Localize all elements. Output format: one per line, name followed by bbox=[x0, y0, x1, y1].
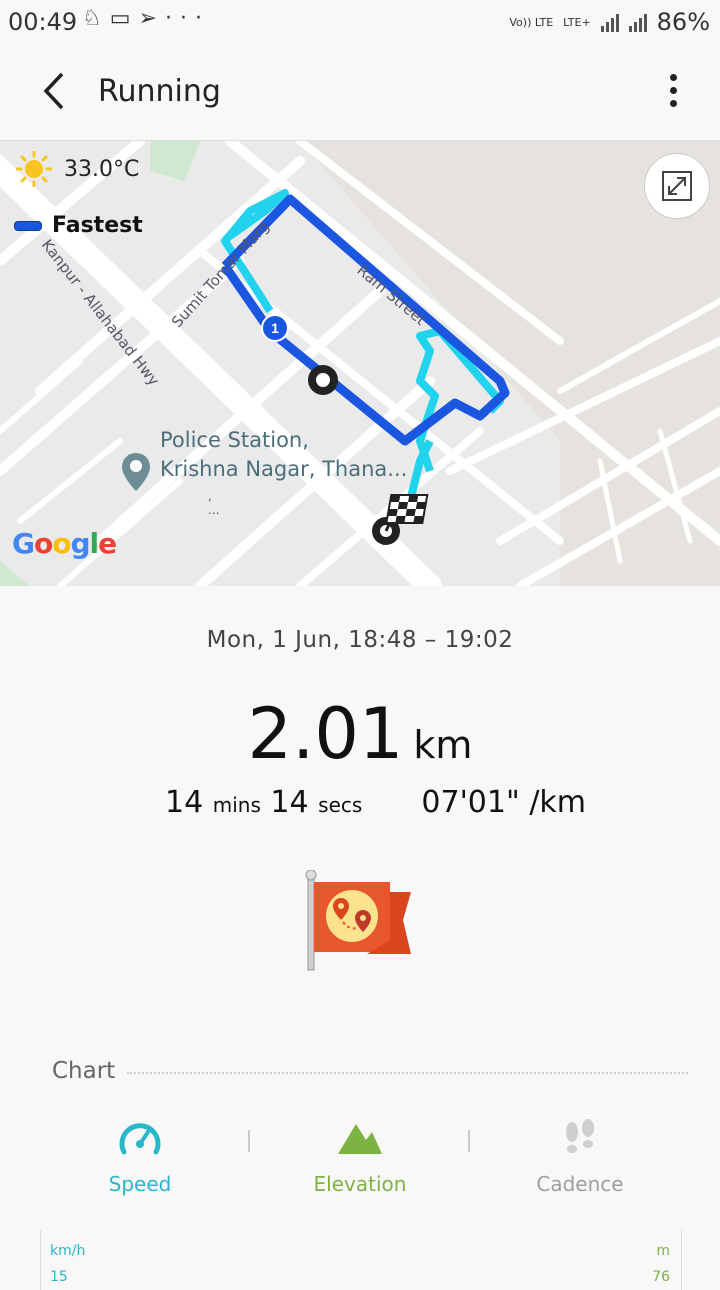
legend-swatch bbox=[14, 220, 42, 231]
lte-indicator: LTE+ bbox=[563, 15, 591, 29]
workout-stats: 14 mins 14 secs 07'01" /km bbox=[165, 785, 586, 820]
poi-label-line2: Krishna Nagar, Thana... bbox=[160, 457, 408, 481]
chart-section-header: Chart bbox=[52, 1056, 688, 1086]
secs-label: secs bbox=[318, 793, 363, 817]
police-station-icon[interactable] bbox=[120, 451, 152, 493]
laptop-icon: ▭ bbox=[109, 6, 139, 31]
mins-label: mins bbox=[212, 793, 261, 817]
tab-speed[interactable]: Speed bbox=[30, 1118, 250, 1196]
app-bar: Running bbox=[0, 44, 720, 140]
km-marker: 1 bbox=[261, 314, 289, 342]
achievement-flag-icon bbox=[305, 870, 411, 971]
finish-flag-icon bbox=[372, 494, 429, 545]
back-arrow-icon[interactable] bbox=[36, 66, 76, 116]
left-axis-top: 15 bbox=[50, 1269, 68, 1285]
tab-elevation-label: Elevation bbox=[313, 1172, 407, 1196]
footprints-icon bbox=[566, 1119, 594, 1153]
google-logo: Google bbox=[12, 527, 117, 560]
distance-value: 2.01 bbox=[247, 693, 404, 775]
route-map[interactable]: 33.0°C Fastest Kanpur - Allahabad Hwy Su… bbox=[0, 140, 720, 586]
weather-info: 33.0°C bbox=[16, 151, 139, 187]
chart-header-label: Chart bbox=[52, 1058, 116, 1084]
sun-icon bbox=[16, 151, 52, 187]
volte-indicator: Vo)) LTE bbox=[509, 15, 554, 29]
poi-label-line1: Police Station, bbox=[160, 428, 309, 452]
silent-mode-icon: ♘ bbox=[82, 6, 110, 31]
mountain-icon bbox=[338, 1124, 382, 1154]
duration-secs: 14 bbox=[270, 785, 309, 820]
km-marker-label: 1 bbox=[271, 320, 279, 336]
map-legend: Fastest bbox=[14, 213, 143, 238]
status-bar: 00:49 ♘▭➢··· Vo)) LTE LTE+ 86% bbox=[0, 0, 720, 44]
left-axis-unit: km/h bbox=[50, 1243, 86, 1259]
chart-tabs: Speed Elevation Cadence bbox=[30, 1118, 690, 1198]
weather-temperature: 33.0°C bbox=[64, 156, 140, 182]
speedometer-icon bbox=[119, 1123, 161, 1155]
signal-icon bbox=[600, 12, 619, 32]
right-axis-unit: m bbox=[656, 1243, 670, 1259]
more-notifications-icon: ··· bbox=[164, 6, 210, 31]
status-time: 00:49 bbox=[8, 8, 78, 36]
duration-mins: 14 bbox=[165, 785, 204, 820]
expand-map-button[interactable] bbox=[644, 153, 710, 219]
tab-speed-label: Speed bbox=[108, 1172, 172, 1196]
distance-unit: km bbox=[413, 723, 473, 767]
notification-icons: ♘▭➢··· bbox=[82, 6, 210, 31]
more-vert-icon[interactable] bbox=[666, 74, 680, 110]
right-axis: m 76 bbox=[652, 1238, 670, 1290]
poi-label[interactable]: Police Station, Krishna Nagar, Thana... bbox=[160, 426, 407, 484]
chart-header-divider bbox=[127, 1072, 688, 1074]
route-path bbox=[221, 189, 510, 532]
start-marker-icon bbox=[308, 365, 338, 395]
pace: 07'01" /km bbox=[421, 785, 587, 820]
poi-dots: ,... bbox=[208, 489, 220, 517]
tab-cadence-label: Cadence bbox=[536, 1172, 624, 1196]
signal-icon-2 bbox=[628, 12, 647, 32]
right-axis-top: 76 bbox=[652, 1269, 670, 1285]
telegram-icon: ➢ bbox=[138, 6, 165, 31]
legend-label: Fastest bbox=[52, 213, 143, 238]
page-title: Running bbox=[98, 74, 221, 109]
expand-icon bbox=[662, 171, 692, 201]
tab-elevation[interactable]: Elevation bbox=[250, 1118, 470, 1196]
tab-cadence[interactable]: Cadence bbox=[470, 1118, 690, 1196]
battery-level: 86% bbox=[656, 8, 710, 36]
left-axis: km/h 15 bbox=[50, 1238, 85, 1290]
workout-date-time: Mon, 1 Jun, 18:48 – 19:02 bbox=[206, 627, 514, 653]
chart-area[interactable] bbox=[40, 1230, 682, 1290]
distance: 2.01 km bbox=[0, 693, 720, 775]
